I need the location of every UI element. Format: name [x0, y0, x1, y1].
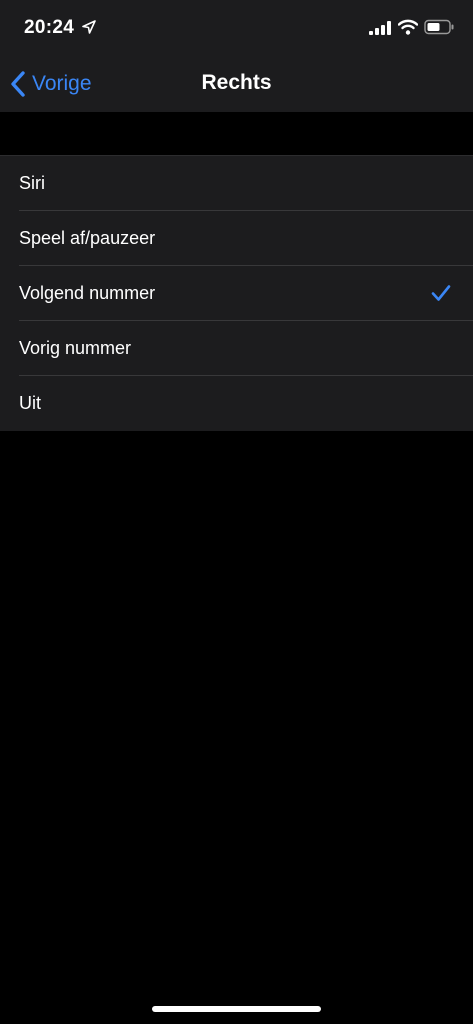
- back-button[interactable]: Vorige: [10, 68, 92, 100]
- option-label: Uit: [19, 393, 41, 413]
- option-label: Volgend nummer: [19, 283, 156, 303]
- option-next-track[interactable]: Volgend nummer: [0, 266, 473, 321]
- navigation-bar: Rechts Vorige: [0, 56, 473, 112]
- option-siri[interactable]: Siri: [0, 156, 473, 211]
- status-bar: 20:24: [0, 0, 473, 56]
- options-list: Siri Speel af/pauzeer Volgend nummer Vor…: [0, 155, 473, 431]
- home-indicator[interactable]: [152, 1006, 321, 1012]
- option-label: Siri: [19, 173, 45, 193]
- option-previous-track[interactable]: Vorig nummer: [0, 321, 473, 376]
- option-label: Speel af/pauzeer: [19, 228, 156, 248]
- option-label: Vorig nummer: [19, 338, 132, 358]
- option-play-pause[interactable]: Speel af/pauzeer: [0, 211, 473, 266]
- location-arrow-icon: [82, 20, 96, 34]
- wifi-icon: [398, 19, 418, 35]
- cellular-signal-icon: [369, 21, 391, 35]
- checkmark-icon: [431, 285, 451, 301]
- back-button-label: Vorige: [32, 72, 92, 95]
- status-time: 20:24: [24, 17, 75, 38]
- option-off[interactable]: Uit: [0, 376, 473, 431]
- battery-icon: [424, 19, 454, 35]
- chevron-left-icon: [11, 71, 25, 97]
